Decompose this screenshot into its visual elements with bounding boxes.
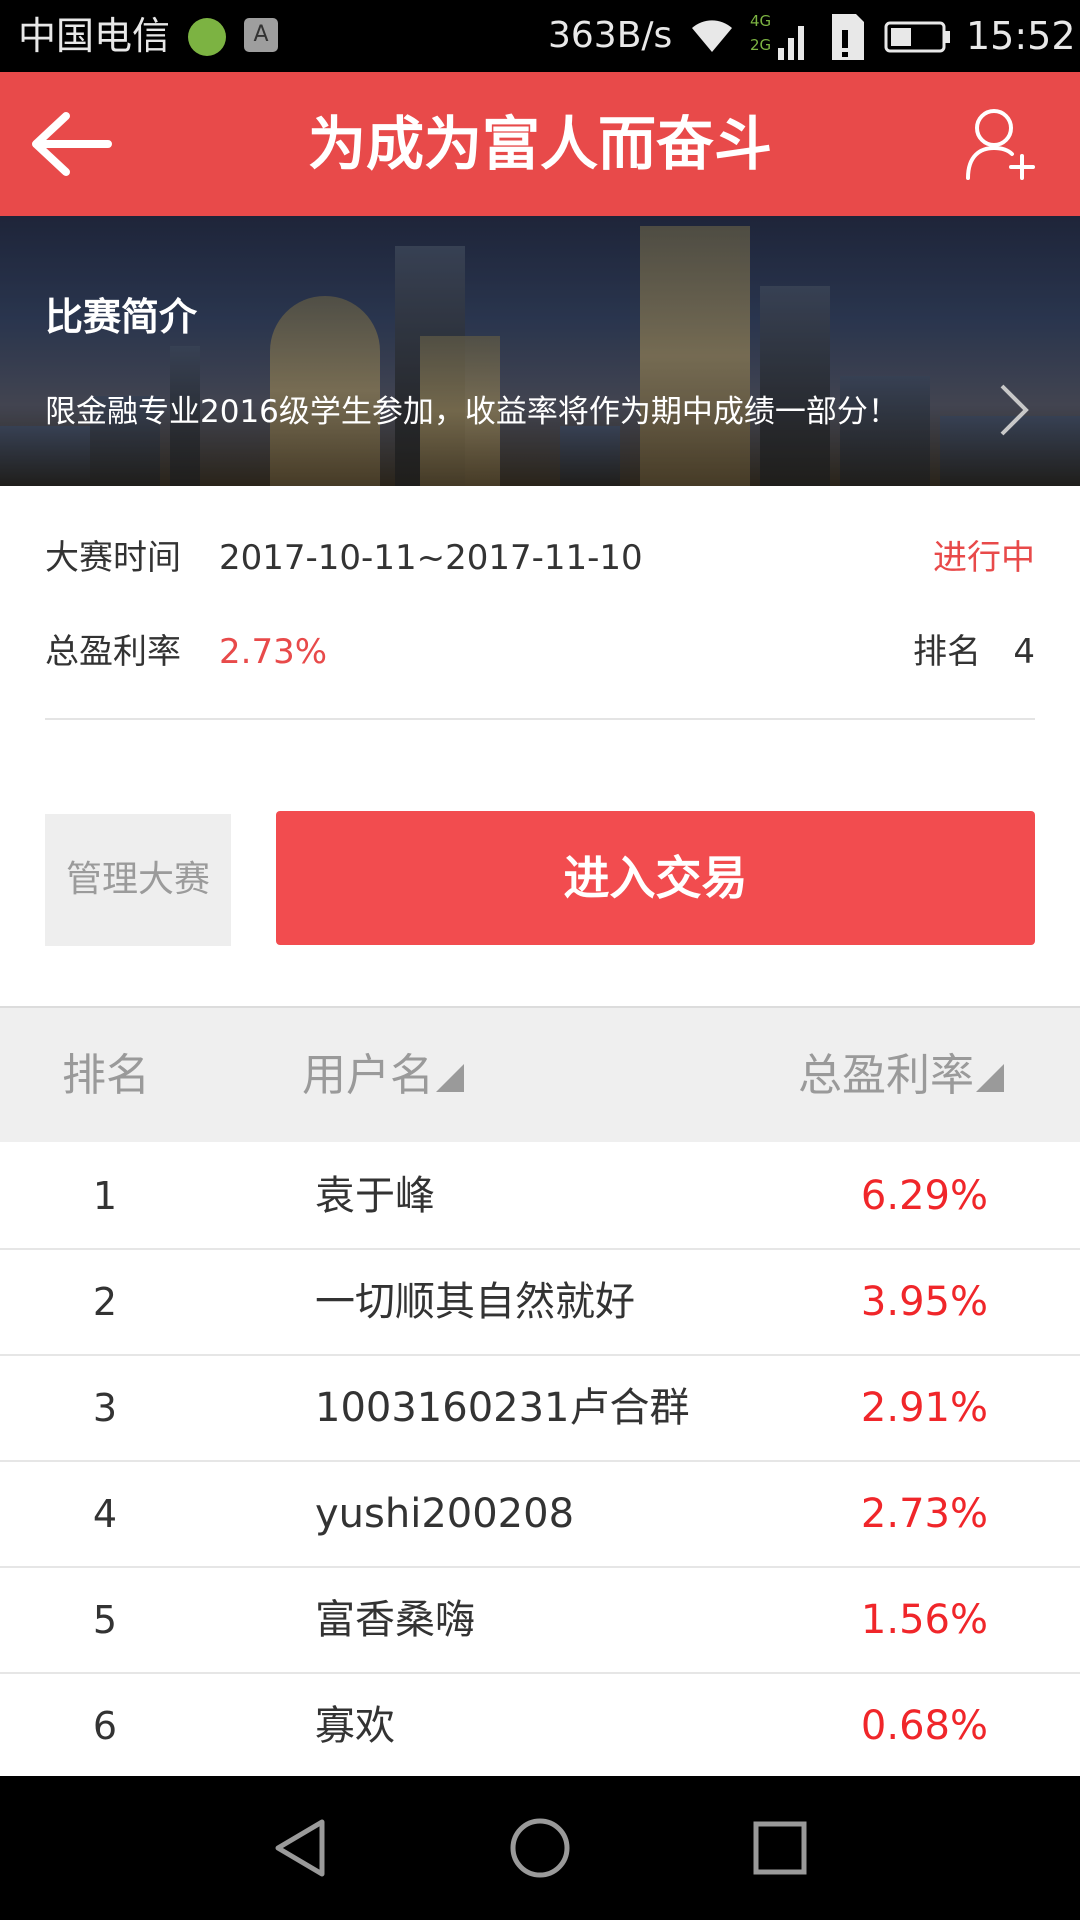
divider xyxy=(45,718,1035,720)
banner-title: 比赛简介 xyxy=(45,295,198,339)
table-row[interactable]: 2 一切顺其自然就好 3.95% xyxy=(0,1250,1080,1356)
manage-competition-button[interactable]: 管理大赛 xyxy=(45,814,231,946)
system-nav-bar xyxy=(0,1776,1080,1920)
username-header-label: 用户名 xyxy=(302,1050,434,1101)
page-title: 为成为富人而奋斗 xyxy=(307,110,772,178)
row-username: 袁于峰 xyxy=(315,1173,435,1219)
ranking-table-header: 排名 用户名 总盈利率 xyxy=(0,1006,1080,1142)
row-profit-rate: 2.91% xyxy=(860,1385,988,1431)
row-username: 1003160231卢合群 xyxy=(315,1385,690,1431)
table-row[interactable]: 3 1003160231卢合群 2.91% xyxy=(0,1356,1080,1462)
wechat-like-icon xyxy=(188,18,226,56)
time-value: 2017-10-11~2017-11-10 xyxy=(219,538,643,578)
profit-label: 总盈利率 xyxy=(45,632,181,672)
rank-label: 排名 xyxy=(913,632,981,672)
table-row[interactable]: 4 yushi200208 2.73% xyxy=(0,1462,1080,1568)
app-header: 为成为富人而奋斗 xyxy=(0,72,1080,216)
username-column-header[interactable]: 用户名 xyxy=(302,1008,464,1144)
row-rank: 6 xyxy=(92,1704,118,1748)
wifi-icon xyxy=(692,20,732,52)
battery-icon xyxy=(884,21,950,53)
recents-square-icon[interactable] xyxy=(744,1812,816,1884)
chevron-right-icon xyxy=(1000,384,1029,436)
sort-triangle-icon xyxy=(976,1064,1004,1092)
row-username: 一切顺其自然就好 xyxy=(315,1279,635,1325)
time-label: 大赛时间 xyxy=(45,538,181,578)
row-rank: 1 xyxy=(92,1174,118,1218)
row-username: 富香桑嗨 xyxy=(315,1597,475,1643)
row-rank: 3 xyxy=(92,1386,118,1430)
sim-icon xyxy=(832,14,864,60)
profit-rate-column-header[interactable]: 总盈利率 xyxy=(798,1008,1004,1144)
competition-time-row: 大赛时间 2017-10-11~2017-11-10 进行中 xyxy=(45,528,1035,588)
row-profit-rate: 2.73% xyxy=(860,1491,988,1537)
profit-row: 总盈利率 2.73% 排名 4 xyxy=(45,622,1035,682)
rank-column-header: 排名 xyxy=(62,1050,150,1101)
svg-text:4G: 4G xyxy=(750,12,771,30)
add-user-icon[interactable] xyxy=(964,106,1036,182)
back-triangle-icon[interactable] xyxy=(264,1812,336,1884)
home-circle-icon[interactable] xyxy=(504,1812,576,1884)
a-icon: A xyxy=(244,18,278,52)
enter-trade-button[interactable]: 进入交易 xyxy=(276,811,1035,945)
signal-icon: 4G 2G xyxy=(750,12,804,60)
row-rank: 4 xyxy=(92,1492,118,1536)
row-profit-rate: 0.68% xyxy=(860,1703,988,1749)
row-username: 寡欢 xyxy=(315,1703,395,1749)
row-rank: 2 xyxy=(92,1280,118,1324)
carrier-name: 中国电信 xyxy=(18,14,171,58)
competition-intro-banner[interactable]: 比赛简介 限金融专业2016级学生参加，收益率将作为期中成绩一部分！ xyxy=(0,216,1080,486)
status-bar: 中国电信 A 363B/s 4G 2G 15:52 xyxy=(0,0,1080,72)
back-arrow-icon[interactable] xyxy=(24,108,114,180)
row-profit-rate: 6.29% xyxy=(860,1173,988,1219)
profit-value: 2.73% xyxy=(219,632,328,672)
sort-triangle-icon xyxy=(436,1064,464,1092)
profit-rate-header-label: 总盈利率 xyxy=(798,1050,974,1101)
table-row[interactable]: 5 富香桑嗨 1.56% xyxy=(0,1568,1080,1674)
network-speed: 363B/s xyxy=(548,15,673,56)
status-badge: 进行中 xyxy=(933,538,1035,578)
ranking-list: 1 袁于峰 6.29% 2 一切顺其自然就好 3.95% 3 100316023… xyxy=(0,1144,1080,1780)
table-row[interactable]: 6 寡欢 0.68% xyxy=(0,1674,1080,1780)
svg-text:2G: 2G xyxy=(750,36,771,54)
row-profit-rate: 1.56% xyxy=(860,1597,988,1643)
row-profit-rate: 3.95% xyxy=(860,1279,988,1325)
table-row[interactable]: 1 袁于峰 6.29% xyxy=(0,1144,1080,1250)
row-username: yushi200208 xyxy=(315,1491,575,1537)
clock: 15:52 xyxy=(966,14,1076,58)
banner-description: 限金融专业2016级学生参加，收益率将作为期中成绩一部分！ xyxy=(45,394,899,430)
rank-value: 4 xyxy=(1013,632,1035,672)
row-rank: 5 xyxy=(92,1598,118,1642)
